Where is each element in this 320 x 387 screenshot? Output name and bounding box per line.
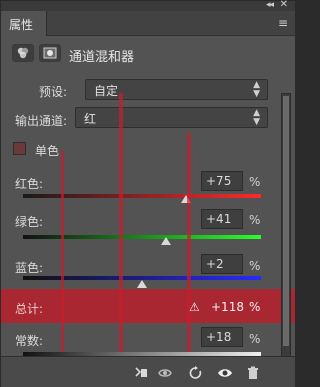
bottom-toolbar	[1, 356, 295, 387]
trash-icon[interactable]	[245, 365, 261, 381]
total-unit: %	[249, 300, 261, 314]
updown-arrow-icon: ▲ ▼	[253, 80, 260, 99]
blue-value-field[interactable]: +2	[201, 254, 243, 274]
red-slider-track[interactable]	[23, 194, 261, 198]
warning-icon: ⚠	[189, 300, 200, 314]
properties-panel: ◂◂ ✕ 属性 ≡ 通道混和器 预设: 自定 ▲ ▼ 输出通道: 红 ▲ ▼ 单…	[0, 0, 296, 387]
constant-value-field[interactable]: +18	[201, 327, 243, 347]
page-title: 通道混和器	[69, 50, 135, 65]
reset-icon[interactable]	[188, 365, 204, 381]
layer-mask-icon[interactable]	[39, 44, 61, 62]
visibility-icon[interactable]	[217, 365, 233, 381]
panel-topbar: ◂◂ ✕	[1, 0, 295, 11]
panel-tabrow: 属性 ≡	[1, 11, 295, 36]
green-slider-track[interactable]	[23, 235, 261, 239]
output-channel-select[interactable]: 红 ▲ ▼	[75, 107, 268, 128]
close-icon[interactable]: ✕	[280, 0, 288, 10]
total-label: 总计:	[15, 302, 44, 316]
clip-to-layer-icon[interactable]	[133, 365, 149, 381]
adjustment-type-icon	[12, 44, 34, 62]
monochrome-label: 单色	[35, 144, 60, 158]
red-streak	[61, 151, 64, 361]
adjustment-header: 通道混和器	[1, 37, 295, 69]
tab-properties[interactable]: 属性	[1, 11, 47, 36]
red-unit: %	[249, 175, 261, 189]
blue-unit: %	[249, 259, 261, 273]
preset-value: 自定	[94, 84, 119, 98]
total-value: +118	[211, 300, 244, 314]
output-channel-value: 红	[84, 112, 97, 126]
scrollbar-thumb[interactable]	[283, 96, 289, 346]
preset-label: 预设:	[39, 85, 68, 99]
red-label: 红色:	[15, 177, 44, 191]
red-value-field[interactable]: +75	[201, 171, 243, 191]
green-value-field[interactable]: +41	[201, 209, 243, 229]
blue-slider-thumb[interactable]	[137, 280, 147, 288]
panel-menu-icon[interactable]: ≡	[278, 16, 288, 30]
green-slider-thumb[interactable]	[161, 237, 171, 245]
green-unit: %	[249, 213, 261, 227]
monochrome-checkbox[interactable]	[13, 142, 26, 155]
green-label: 绿色:	[15, 215, 44, 229]
constant-unit: %	[249, 332, 261, 346]
vertical-scrollbar[interactable]	[281, 93, 291, 361]
collapse-icon[interactable]: ◂◂	[266, 0, 274, 10]
preset-select[interactable]: 自定 ▲ ▼	[85, 79, 268, 100]
eye-toggle-icon[interactable]	[157, 365, 173, 381]
output-channel-label: 输出通道:	[15, 114, 68, 128]
red-streak	[187, 133, 191, 353]
red-streak	[119, 93, 123, 353]
blue-label: 蓝色:	[15, 261, 44, 275]
updown-arrow-icon: ▲ ▼	[253, 108, 260, 127]
constant-label: 常数:	[15, 334, 44, 348]
